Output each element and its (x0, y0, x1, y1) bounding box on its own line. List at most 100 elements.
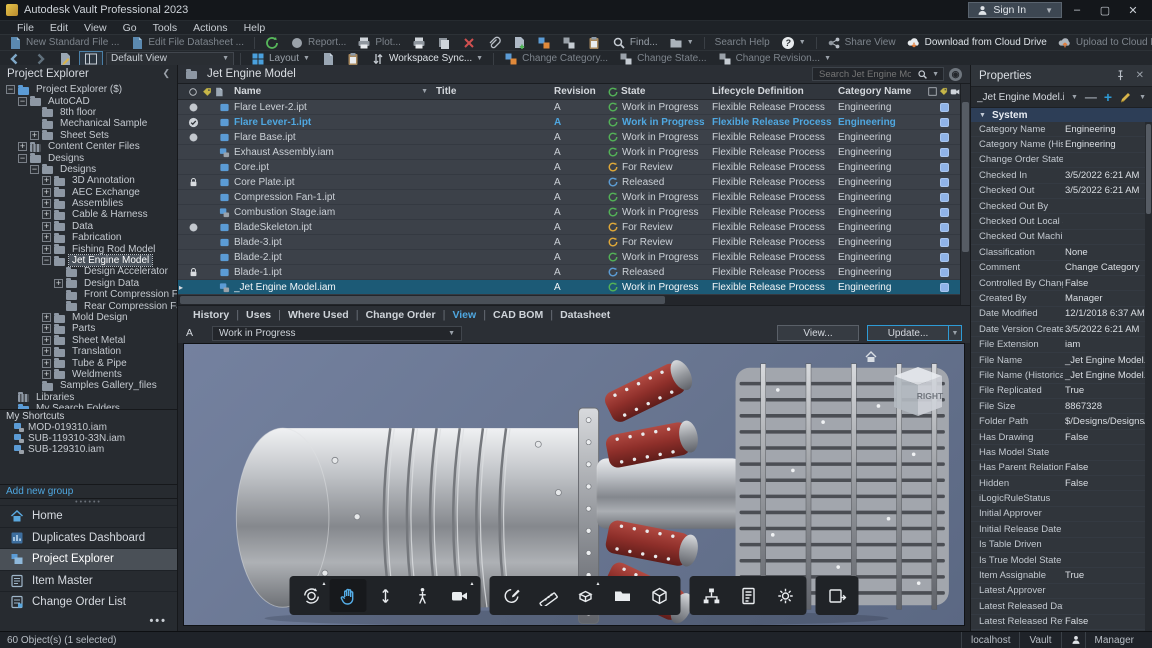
row-checkbox[interactable] (939, 237, 949, 247)
tree-item-libraries[interactable]: Libraries (0, 392, 177, 403)
expander-icon[interactable]: + (42, 369, 51, 379)
tree-item-tube-pipe[interactable]: + Tube & Pipe (0, 357, 177, 369)
print-button[interactable] (408, 35, 430, 50)
change-revision-button[interactable]: Change Revision... ▼ (714, 51, 835, 66)
copy-button[interactable] (558, 35, 580, 50)
row-checkbox[interactable] (939, 192, 949, 202)
table-row[interactable]: Flare Base.ipt A Work in Progress Flexib… (178, 130, 960, 145)
tree-item-assemblies[interactable]: + Assemblies (0, 198, 177, 209)
property-row[interactable]: Checked Out Local S... (971, 214, 1152, 230)
tree-item-design-accelerator[interactable]: Design Accelerator (0, 266, 177, 277)
orbit-tool-button[interactable]: ▲ (293, 579, 330, 612)
search-help-label[interactable]: Search Help (711, 35, 774, 50)
row-checkbox[interactable] (939, 162, 949, 172)
close-properties-icon[interactable]: ✕ (1136, 70, 1144, 81)
filetype-column-icon[interactable] (214, 87, 234, 97)
properties-scrollbar[interactable] (1145, 122, 1152, 631)
search-box[interactable]: ▼ (812, 67, 944, 81)
tree-item-mechanical-sample[interactable]: Mechanical Sample (0, 118, 177, 129)
shortcut-sub-119310-33n-iam[interactable]: SUB-119310-33N.iam (0, 433, 177, 444)
model-tool-button[interactable] (641, 579, 678, 612)
expander-icon[interactable]: + (42, 221, 51, 231)
table-row[interactable]: BladeSkeleton.ipt A For Review Flexible … (178, 220, 960, 235)
property-file-selector[interactable]: _Jet Engine Model.iam (977, 92, 1064, 103)
sidebar-item-home[interactable]: Home (0, 505, 177, 527)
tree-item-mold-design[interactable]: + Mold Design (0, 312, 177, 323)
property-row[interactable]: Checked Out Machine (971, 230, 1152, 246)
tree-item-cable-harness[interactable]: + Cable & Harness (0, 209, 177, 220)
property-row[interactable]: Classification None (971, 245, 1152, 261)
property-row[interactable]: File Name (Historical) _Jet Engine Model.… (971, 368, 1152, 384)
paste-button[interactable] (583, 35, 605, 50)
property-row[interactable]: Controlled By Chang...False (971, 276, 1152, 292)
shortcut-sub-129310-iam[interactable]: SUB-129310.iam (0, 444, 177, 455)
expander-icon[interactable]: + (42, 358, 51, 368)
tab-cad-bom[interactable]: CAD BOM (486, 309, 550, 321)
back-button[interactable] (4, 51, 26, 66)
expander-icon[interactable]: + (54, 278, 63, 288)
tab-where-used[interactable]: Where Used (281, 309, 356, 321)
property-row[interactable]: Latest Released Date (971, 599, 1152, 615)
expander-icon[interactable]: + (42, 176, 51, 186)
property-row[interactable]: Hidden False (971, 476, 1152, 492)
expander-icon[interactable]: − (18, 96, 27, 106)
column-revision[interactable]: Revision (554, 86, 608, 97)
edit-chevron[interactable]: ▼ (1139, 94, 1146, 101)
expander-icon[interactable]: + (18, 142, 27, 152)
plot-button[interactable]: Plot... (353, 35, 405, 50)
settings-tool-button[interactable] (767, 579, 804, 612)
table-row[interactable]: Flare Lever-2.ipt A Work in Progress Fle… (178, 100, 960, 115)
report-button[interactable]: Report... (286, 35, 350, 50)
column-name[interactable]: Name ▼ (234, 86, 436, 97)
measure-tool-button[interactable] (530, 579, 567, 612)
panel-layout-button[interactable] (79, 51, 103, 66)
property-row[interactable]: Has Model State (971, 445, 1152, 461)
add-file-button[interactable] (508, 35, 530, 50)
property-row[interactable]: Is True Model State (971, 553, 1152, 569)
sign-in-button[interactable]: Sign In ▼ (968, 2, 1062, 18)
view-settings-icon[interactable]: ◉ (949, 67, 962, 81)
sidebar-item-change-order-list[interactable]: Change Order List (0, 591, 177, 613)
more-options-button[interactable]: ••• (0, 613, 177, 631)
minimize-button[interactable]: – (1064, 1, 1090, 19)
property-row[interactable]: Item Assignable True (971, 568, 1152, 584)
tree-item-fishing-rod-model[interactable]: + Fishing Rod Model (0, 243, 177, 255)
update-button[interactable]: Update... (867, 325, 949, 341)
tree-item-front-compression-fan[interactable]: Front Compression Fan (0, 289, 177, 300)
shortcut-mod-019310-iam[interactable]: MOD-019310.iam (0, 422, 177, 433)
edit-view-button[interactable] (54, 51, 76, 66)
markup-tool-button[interactable] (493, 579, 530, 612)
expander-icon[interactable]: + (42, 210, 51, 220)
tree-item-project-explorer[interactable]: − Project Explorer ($) (0, 84, 177, 95)
tree-item-autocad[interactable]: − AutoCAD (0, 95, 177, 107)
tab-uses[interactable]: Uses (239, 309, 278, 321)
forward-button[interactable] (29, 51, 51, 66)
expander-icon[interactable]: − (18, 153, 27, 163)
panel-splitter[interactable]: •••••• (0, 498, 177, 506)
layout-button[interactable]: Layout ▼ (247, 51, 314, 66)
remove-property-button[interactable]: — (1085, 90, 1097, 104)
tree-item-data[interactable]: + Data (0, 221, 177, 232)
tree-item-translation[interactable]: + Translation (0, 346, 177, 357)
search-options-chevron[interactable]: ▼ (932, 71, 939, 78)
find-button[interactable]: Find... (608, 35, 662, 50)
expander-icon[interactable]: + (42, 347, 51, 357)
property-row[interactable]: iLogicRuleStatus (971, 491, 1152, 507)
table-row[interactable]: Compression Fan-1.ipt A Work in Progress… (178, 190, 960, 205)
property-row[interactable]: Has Parent Relations...False (971, 461, 1152, 476)
expander-icon[interactable]: + (42, 313, 51, 322)
menu-view[interactable]: View (77, 22, 114, 34)
property-row[interactable]: Has Drawing False (971, 430, 1152, 446)
capture-tool-button[interactable] (819, 579, 856, 612)
share-view-button[interactable]: Share View (823, 35, 900, 50)
help-button[interactable]: ? ▼ (777, 35, 810, 50)
close-button[interactable]: ✕ (1120, 1, 1146, 19)
attach-button[interactable] (483, 35, 505, 50)
property-row[interactable]: Is Table Driven (971, 538, 1152, 553)
table-row[interactable]: Blade-1.ipt A Released Flexible Release … (178, 265, 960, 280)
table-row[interactable]: ▸ _Jet Engine Model.iam A Work in Progre… (178, 280, 960, 295)
expander-icon[interactable]: + (42, 324, 51, 334)
property-row[interactable]: Initial Release Date (971, 522, 1152, 538)
property-row[interactable]: Created By Manager (971, 291, 1152, 307)
sidebar-item-duplicates-dashboard[interactable]: Duplicates Dashboard (0, 526, 177, 549)
